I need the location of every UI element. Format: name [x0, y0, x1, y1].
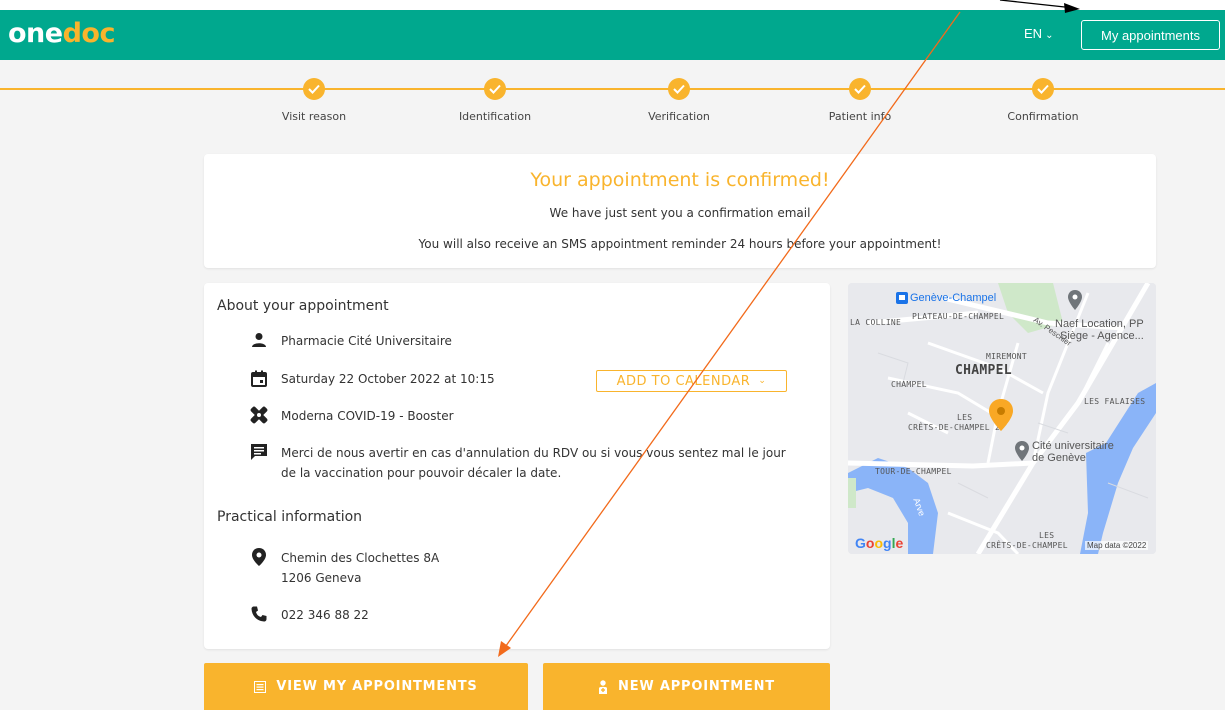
step-label: Confirmation — [1007, 110, 1079, 123]
step-label: Patient info — [828, 110, 892, 123]
step-visit-reason: Visit reason — [234, 78, 394, 123]
check-icon — [1032, 78, 1054, 100]
step-patient-info: Patient info — [780, 78, 940, 123]
appointment-datetime: Saturday 22 October 2022 at 10:15 — [281, 372, 495, 386]
chevron-down-icon: ⌄ — [1045, 30, 1054, 41]
list-icon — [254, 680, 267, 693]
check-icon — [849, 78, 871, 100]
vaccine-row: Moderna COVID-19 - Booster — [249, 406, 454, 426]
new-appointment-label: NEW APPOINTMENT — [618, 679, 775, 694]
step-confirmation: Confirmation — [963, 78, 1123, 123]
map-label-crets2-a: LES — [1039, 531, 1055, 540]
map-label-tour-de-champel: TOUR-DE-CHAMPEL — [875, 467, 952, 476]
poi-pin-icon — [1015, 441, 1029, 461]
note-row: Merci de nous avertir en cas d'annulatio… — [249, 443, 789, 483]
onedoc-logo[interactable]: onedoc — [8, 18, 115, 49]
map-label-crets-b: CRÊTS-DE-CHAMPEL 2 — [908, 423, 1001, 432]
map-label-cite-2: de Genève — [1032, 452, 1086, 464]
map-label-crets-a: LES — [957, 413, 973, 422]
map-label-plateau: PLATEAU-DE-CHAMPEL — [912, 312, 1005, 321]
transit-icon — [896, 292, 908, 304]
phone-icon — [249, 605, 269, 623]
step-label: Identification — [458, 110, 532, 123]
check-icon — [484, 78, 506, 100]
view-my-appointments-button[interactable]: VIEW MY APPOINTMENTS — [204, 663, 528, 710]
add-to-calendar-label: ADD TO CALENDAR — [616, 373, 751, 389]
appointment-details-card: About your appointment Pharmacie Cité Un… — [204, 283, 830, 649]
about-appointment-title: About your appointment — [217, 298, 389, 314]
step-label: Verification — [648, 110, 710, 123]
pharmacy-row: Pharmacie Cité Universitaire — [249, 331, 452, 351]
confirmation-card: Your appointment is confirmed! We have j… — [204, 154, 1156, 268]
map-label-cite-1: Cité universitaire — [1032, 440, 1114, 452]
step-verification: Verification — [599, 78, 759, 123]
top-navbar: onedoc EN ⌄ My appointments — [0, 10, 1225, 60]
phone-number[interactable]: 022 346 88 22 — [281, 605, 369, 625]
add-to-calendar-button[interactable]: ADD TO CALENDAR ⌄ — [596, 370, 787, 392]
language-selector[interactable]: EN ⌄ — [1024, 26, 1053, 41]
address-line1: Chemin des Clochettes 8A — [281, 551, 440, 565]
phone-row: 022 346 88 22 — [249, 605, 369, 625]
new-appointment-button[interactable]: NEW APPOINTMENT — [543, 663, 830, 710]
map-label-crets2-b: CRÊTS-DE-CHAMPEL — [986, 541, 1068, 550]
check-icon — [303, 78, 325, 100]
datetime-row: Saturday 22 October 2022 at 10:15 — [249, 369, 495, 389]
map-label-geneve-champel: Genève-Champel — [910, 292, 997, 304]
map-data-attribution[interactable]: Map data ©2022 — [1085, 541, 1149, 550]
view-my-appointments-label: VIEW MY APPOINTMENTS — [276, 679, 478, 694]
location-pin-icon — [249, 548, 269, 566]
map-label-miremont: MIREMONT — [986, 352, 1027, 361]
practical-info-title: Practical information — [217, 509, 363, 525]
google-logo: Google — [855, 535, 904, 551]
logo-one: one — [8, 18, 63, 49]
map-label-la-colline: LA COLLINE — [850, 318, 902, 327]
pharmacy-name: Pharmacie Cité Universitaire — [281, 334, 452, 348]
confirmation-sms-text: You will also receive an SMS appointment… — [418, 237, 942, 251]
logo-doc: doc — [62, 18, 116, 49]
check-icon — [668, 78, 690, 100]
chevron-down-icon: ⌄ — [758, 376, 767, 386]
step-label: Visit reason — [281, 110, 347, 123]
map-label-les-falaises: LES FALAISES — [1084, 397, 1146, 406]
map-label-champel-district: CHAMPEL — [955, 363, 1012, 378]
confirmation-email-text: We have just sent you a confirmation ema… — [549, 206, 811, 220]
address-line2: 1206 Geneva — [281, 571, 362, 585]
language-label: EN — [1024, 26, 1043, 41]
map-label-naef-1: Naef Location, PP — [1055, 318, 1144, 330]
confirmation-title: Your appointment is confirmed! — [530, 169, 830, 191]
map-label-champel: CHAMPEL — [891, 380, 927, 389]
calendar-icon — [249, 369, 269, 387]
appointment-note: Merci de nous avertir en cas d'annulatio… — [281, 446, 786, 480]
appointment-location-marker-icon — [989, 399, 1013, 431]
address-row: Chemin des Clochettes 8A 1206 Geneva — [249, 548, 439, 588]
step-identification: Identification — [415, 78, 575, 123]
location-map[interactable]: Genève-Champel LA COLLINE PLATEAU-DE-CHA… — [848, 283, 1156, 554]
message-icon — [249, 443, 269, 461]
vaccine-name: Moderna COVID-19 - Booster — [281, 409, 454, 423]
my-appointments-button[interactable]: My appointments — [1081, 20, 1220, 50]
top-strip — [0, 0, 1225, 10]
poi-pin-icon — [1068, 290, 1082, 310]
person-add-icon — [598, 679, 608, 694]
person-icon — [249, 331, 269, 349]
bandage-icon — [249, 406, 269, 424]
